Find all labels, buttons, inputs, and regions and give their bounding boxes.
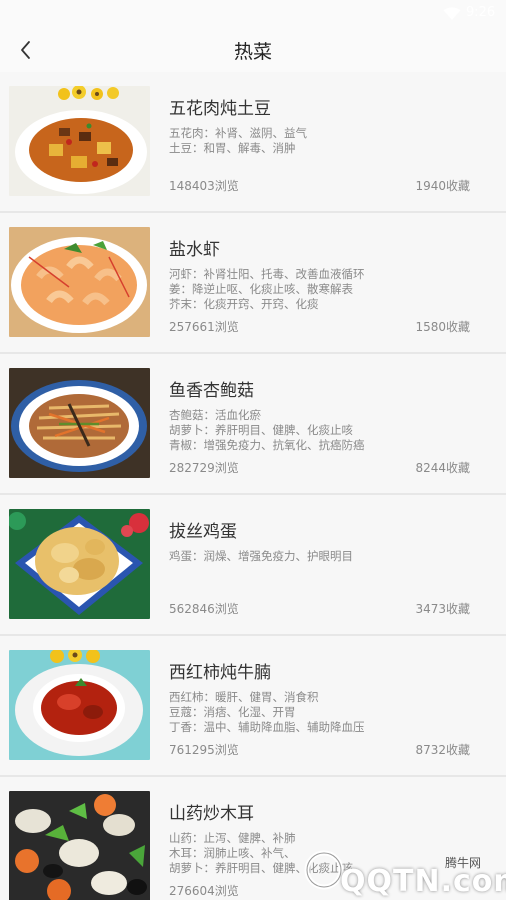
dish-name: 西红柿炖牛腩 (169, 663, 271, 683)
dish-thumbnail (9, 227, 150, 337)
dish-thumbnail (9, 368, 150, 478)
view-count: 276604浏览 (169, 884, 239, 898)
favorite-count: 8732收藏 (415, 743, 470, 757)
favorite-count: 1580收藏 (415, 320, 470, 334)
app-bar: 热菜 (0, 28, 506, 72)
favorite-count: 3473收藏 (415, 602, 470, 616)
dish-photo-yam-fungus (9, 791, 150, 900)
dish-benefits: 西红柿：暖肝、健胃、消食积 豆蔻：消痞、化湿、开胃 丁香：温中、辅助降血脂、辅助… (169, 690, 489, 735)
site-watermark: QQTN.com 腾牛网 (300, 842, 506, 900)
dish-thumbnail (9, 650, 150, 760)
favorite-count: 8244收藏 (415, 461, 470, 475)
benefit-line: 芥末：化痰开窍、开窍、化痰 (169, 297, 319, 311)
dish-card[interactable]: 鱼香杏鲍菇 杏鲍菇：活血化瘀 胡萝卜：养肝明目、健脾、化痰止咳 青椒：增强免疫力… (0, 354, 506, 495)
dish-card[interactable]: 拔丝鸡蛋 鸡蛋：润燥、增强免疫力、护眼明目 562846浏览 3473收藏 (0, 495, 506, 636)
benefit-line: 西红柿：暖肝、健胃、消食积 (169, 690, 319, 704)
dish-name: 鱼香杏鲍菇 (169, 381, 254, 401)
page-title: 热菜 (233, 41, 272, 63)
view-count: 282729浏览 (169, 461, 239, 475)
dish-photo-shrimp (9, 227, 150, 337)
dish-thumbnail (9, 509, 150, 619)
dish-card[interactable]: 西红柿炖牛腩 西红柿：暖肝、健胃、消食积 豆蔻：消痞、化湿、开胃 丁香：温中、辅… (0, 636, 506, 777)
benefit-line: 杏鲍菇：活血化瘀 (169, 408, 261, 422)
wifi-icon (443, 7, 461, 20)
status-bar: 9:26 (0, 0, 506, 28)
benefit-line: 丁香：温中、辅助降血脂、辅助降血压 (169, 720, 365, 734)
dish-card[interactable]: 五花肉炖土豆 五花肉：补肾、滋阴、益气 土豆：和胃、解毒、消肿 148403浏览… (0, 72, 506, 213)
dish-name: 拔丝鸡蛋 (169, 522, 237, 542)
dish-benefits: 五花肉：补肾、滋阴、益气 土豆：和胃、解毒、消肿 (169, 126, 489, 156)
benefit-line: 鸡蛋：润燥、增强免疫力、护眼明目 (169, 549, 353, 563)
dish-thumbnail (9, 86, 150, 196)
benefit-line: 五花肉：补肾、滋阴、益气 (169, 126, 307, 140)
dish-benefits: 河虾：补肾壮阳、托毒、改善血液循环 姜：降逆止呕、化痰止咳、散寒解表 芥末：化痰… (169, 267, 489, 312)
view-count: 562846浏览 (169, 602, 239, 616)
dish-photo-pork-potato (9, 86, 150, 196)
benefit-line: 河虾：补肾壮阳、托毒、改善血液循环 (169, 267, 365, 281)
dish-photo-tomato-beef (9, 650, 150, 760)
benefit-line: 豆蔻：消痞、化湿、开胃 (169, 705, 296, 719)
watermark-site-name: 腾牛网 (445, 856, 482, 870)
dish-list[interactable]: 五花肉炖土豆 五花肉：补肾、滋阴、益气 土豆：和胃、解毒、消肿 148403浏览… (0, 72, 506, 900)
benefit-line: 土豆：和胃、解毒、消肿 (169, 141, 296, 155)
benefit-line: 姜：降逆止呕、化痰止咳、散寒解表 (169, 282, 353, 296)
dish-photo-candied-egg (9, 509, 150, 619)
favorite-count: 1940收藏 (415, 179, 470, 193)
dish-benefits: 鸡蛋：润燥、增强免疫力、护眼明目 (169, 549, 489, 564)
dish-card[interactable]: 盐水虾 河虾：补肾壮阳、托毒、改善血液循环 姜：降逆止呕、化痰止咳、散寒解表 芥… (0, 213, 506, 354)
dish-benefits: 杏鲍菇：活血化瘀 胡萝卜：养肝明目、健脾、化痰止咳 青椒：增强免疫力、抗氧化、抗… (169, 408, 489, 453)
dish-name: 盐水虾 (169, 240, 220, 260)
view-count: 257661浏览 (169, 320, 239, 334)
dish-photo-mushroom (9, 368, 150, 478)
status-time: 9:26 (466, 5, 496, 20)
view-count: 148403浏览 (169, 179, 239, 193)
watermark-logo-icon (304, 850, 344, 890)
benefit-line: 青椒：增强免疫力、抗氧化、抗癌防癌 (169, 438, 365, 452)
dish-name: 五花肉炖土豆 (169, 99, 271, 119)
view-count: 761295浏览 (169, 743, 239, 757)
dish-name: 山药炒木耳 (169, 804, 254, 824)
watermark-logo-text: QQTN.com (340, 864, 506, 899)
benefit-line: 胡萝卜：养肝明目、健脾、化痰止咳 (169, 423, 353, 437)
dish-thumbnail (9, 791, 150, 900)
